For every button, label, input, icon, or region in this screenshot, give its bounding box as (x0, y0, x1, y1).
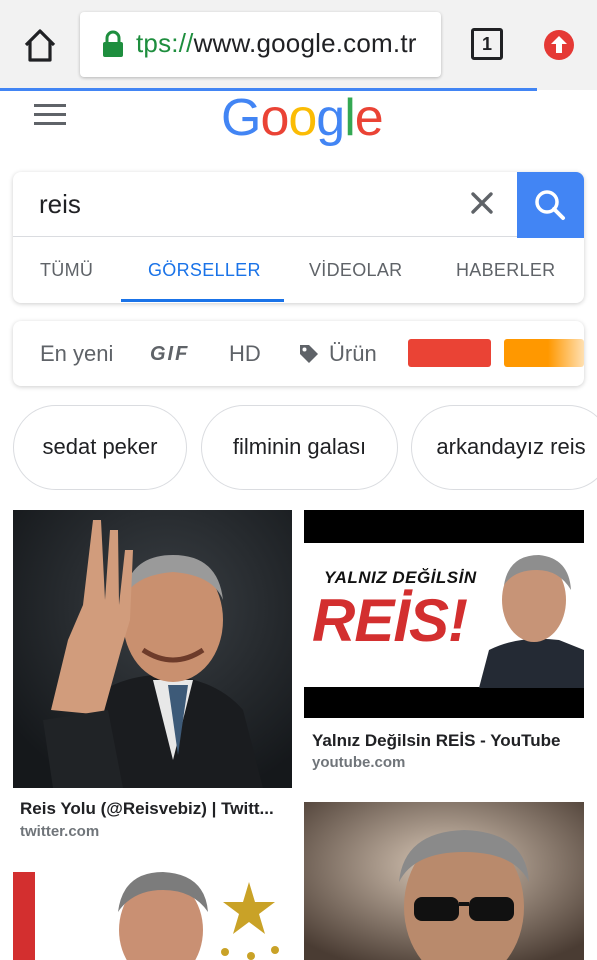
filter-gif[interactable]: GIF (150, 343, 189, 366)
lock-icon (102, 30, 124, 58)
url-bar[interactable]: tps://www.google.com.tr (80, 12, 441, 77)
search-divider (13, 236, 517, 237)
tab-images[interactable]: GÖRSELLER (148, 260, 261, 281)
active-tab-indicator (121, 299, 284, 302)
filter-bar: En yeni GIF HD Ürün (13, 321, 584, 386)
filter-newest[interactable]: En yeni (40, 341, 113, 367)
color-filter-red[interactable] (408, 339, 491, 367)
tab-news[interactable]: HABERLER (456, 260, 555, 281)
result-title[interactable]: Yalnız Değilsin REİS - YouTube (312, 731, 584, 751)
tab-all[interactable]: TÜMÜ (40, 260, 93, 281)
browser-toolbar: tps://www.google.com.tr 1 (0, 0, 597, 91)
tab-videos[interactable]: VİDEOLAR (309, 260, 402, 281)
url-host: www.google.com.tr (193, 28, 417, 58)
chip-related-search[interactable]: filminin galası (201, 405, 398, 490)
result-image[interactable] (13, 510, 292, 788)
google-logo[interactable]: Google (221, 88, 384, 148)
filter-hd[interactable]: HD (229, 341, 261, 367)
banner-subtitle: YALNIZ DEĞİLSİN (324, 568, 477, 587)
filter-product[interactable]: Ürün (329, 341, 377, 367)
result-image[interactable] (304, 802, 584, 960)
result-image[interactable] (13, 872, 292, 960)
color-filter-orange[interactable] (504, 339, 584, 367)
search-card: TÜMÜ GÖRSELLER VİDEOLAR HABERLER (13, 172, 584, 303)
portrait-image (479, 555, 584, 688)
tab-switcher-button[interactable]: 1 (471, 28, 503, 60)
hamburger-menu-icon[interactable] (34, 104, 66, 128)
result-source: youtube.com (312, 754, 406, 771)
search-input[interactable] (39, 184, 439, 224)
banner-title: REİS! (312, 587, 468, 654)
result-title[interactable]: Reis Yolu (@Reisvebiz) | Twitt... (20, 799, 292, 819)
chip-related-search[interactable]: arkandayız reis (411, 405, 597, 490)
result-source: twitter.com (20, 823, 100, 840)
page: tps://www.google.com.tr 1 Google TÜM (0, 0, 597, 960)
search-button[interactable] (517, 172, 584, 238)
chip-related-search[interactable]: sedat peker (13, 405, 187, 490)
tag-icon (298, 343, 320, 365)
home-icon[interactable] (18, 25, 62, 65)
search-icon (535, 190, 565, 220)
result-image[interactable]: YALNIZ DEĞİLSİN REİS! (304, 510, 584, 718)
close-icon[interactable] (465, 186, 499, 220)
url-text: tps://www.google.com.tr (136, 28, 417, 59)
update-icon[interactable] (543, 29, 575, 61)
url-scheme: tps:// (136, 28, 194, 58)
